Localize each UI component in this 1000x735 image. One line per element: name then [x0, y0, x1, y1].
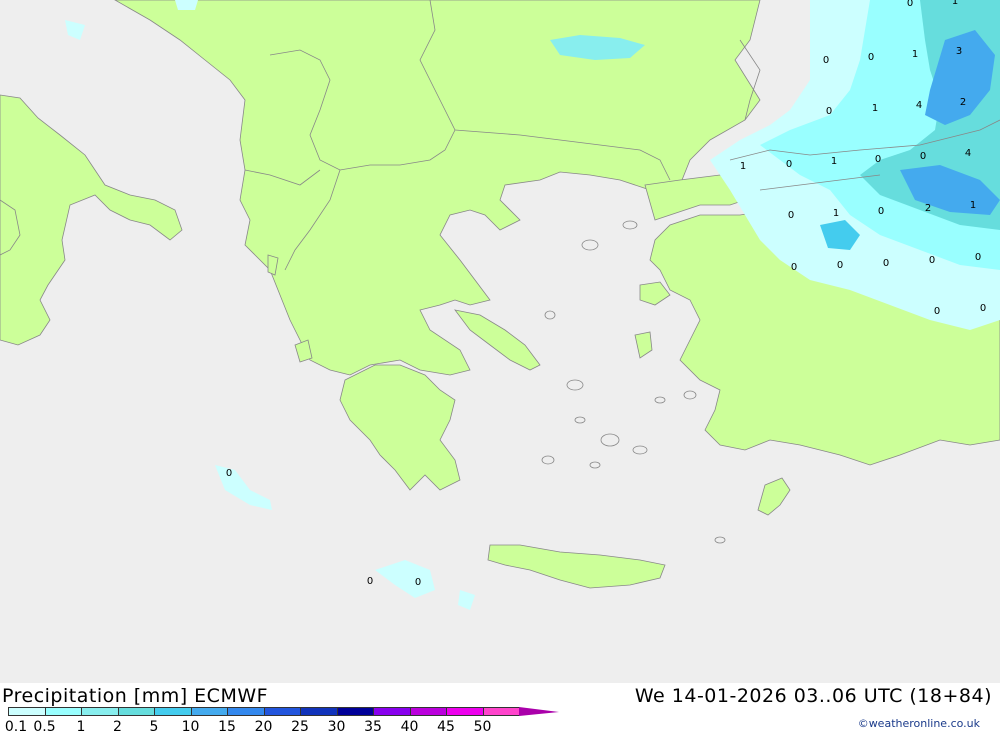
precip-value: 1	[872, 103, 878, 114]
precip-value: 0	[826, 106, 832, 117]
precip-value: 1	[833, 208, 839, 219]
legend-swatch	[300, 707, 338, 716]
precip-value: 0	[975, 252, 981, 263]
precip-value: 0	[883, 258, 889, 269]
legend-arrow	[519, 707, 559, 716]
legend-swatch	[446, 707, 484, 716]
precip-value: 3	[956, 46, 962, 57]
precip-value: 0	[878, 206, 884, 217]
legend-swatch	[373, 707, 411, 716]
precip-value: 0	[823, 55, 829, 66]
precip-value: 4	[965, 148, 971, 159]
precipitation-map: 0 1 0 0 1 3 0 1 4 2 1 0 1 0 0 4 0 1 0 2 …	[0, 0, 1000, 683]
legend-swatch	[409, 707, 447, 716]
legend-swatch	[117, 707, 155, 716]
legend-swatch	[227, 707, 265, 716]
precip-value: 2	[925, 203, 931, 214]
legend-swatch	[263, 707, 301, 716]
precip-value: 0	[920, 151, 926, 162]
legend-swatch	[482, 707, 520, 716]
precip-value: 0	[786, 159, 792, 170]
footer: Precipitation [mm] ECMWF We 14-01-2026 0…	[0, 683, 1000, 735]
legend-swatch	[81, 707, 119, 716]
precip-value: 0	[934, 306, 940, 317]
precip-value: 2	[960, 97, 966, 108]
precip-value: 0	[791, 262, 797, 273]
precip-value: 0	[907, 0, 913, 9]
precip-value: 1	[970, 200, 976, 211]
legend-swatch	[8, 707, 46, 716]
legend-swatch	[336, 707, 374, 716]
forecast-datetime: We 14-01-2026 03..06 UTC (18+84)	[634, 685, 992, 707]
precip-value: 0	[929, 255, 935, 266]
legend-swatch	[44, 707, 82, 716]
precip-value: 0	[226, 468, 232, 479]
precip-value: 0	[980, 303, 986, 314]
precip-value: 0	[367, 576, 373, 587]
precip-value: 4	[916, 100, 922, 111]
precip-value: 0	[875, 154, 881, 165]
precip-value: 1	[831, 156, 837, 167]
precip-value: 0	[837, 260, 843, 271]
legend-swatch	[154, 707, 192, 716]
precip-value: 0	[868, 52, 874, 63]
precip-value: 1	[740, 161, 746, 172]
precip-value: 0	[415, 577, 421, 588]
credit[interactable]: ©weatheronline.co.uk	[858, 717, 980, 730]
map-title: Precipitation [mm] ECMWF	[2, 685, 269, 707]
precip-value: 1	[912, 49, 918, 60]
precip-value: 0	[788, 210, 794, 221]
precip-value: 1	[952, 0, 958, 7]
legend-swatch	[190, 707, 228, 716]
